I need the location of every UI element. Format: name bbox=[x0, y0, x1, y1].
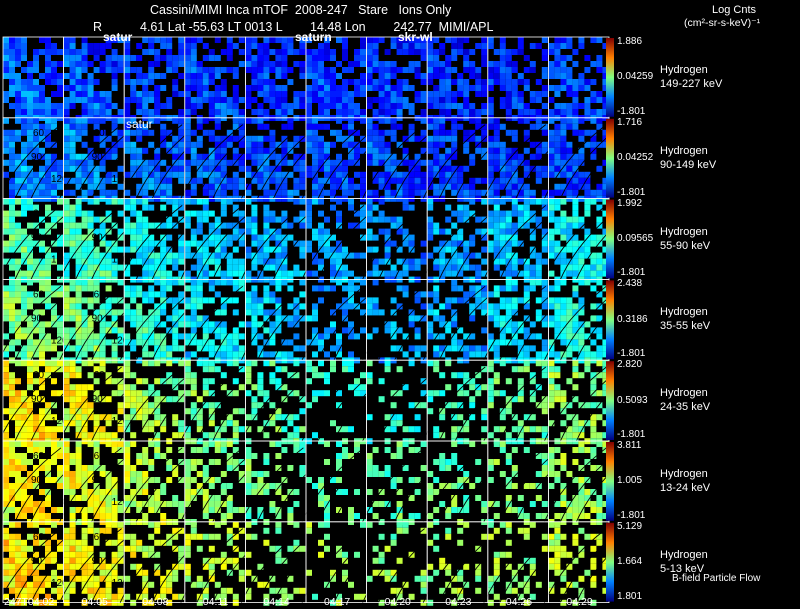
species-label: Hydrogen bbox=[660, 225, 708, 238]
energy-label: 55-90 keV bbox=[660, 239, 711, 252]
contour-label-60: 60 bbox=[94, 209, 106, 220]
species-label: Hydrogen bbox=[660, 306, 708, 319]
contour-label-120: 120 bbox=[112, 255, 129, 266]
colorbar-min-label: -1.801 bbox=[617, 429, 646, 440]
contour-label-90: 90 bbox=[92, 313, 104, 324]
colorbar-min-label: -1.801 bbox=[617, 186, 646, 198]
colorbar-min-label: -1.801 bbox=[617, 509, 646, 521]
colorbar-5 bbox=[606, 442, 614, 521]
colorbar-4 bbox=[606, 361, 614, 440]
contour-label-90: 90 bbox=[31, 394, 43, 405]
image-cell-r3-c5 bbox=[301, 278, 397, 364]
contour-label-60: 60 bbox=[94, 128, 106, 139]
contour-label-120: 120 bbox=[51, 497, 68, 508]
colorbar-0 bbox=[606, 38, 614, 117]
species-label: Hydrogen bbox=[660, 548, 708, 561]
time-tick-label: 04:11 bbox=[202, 596, 229, 608]
time-tick-label: 247T04:02 bbox=[4, 596, 55, 608]
contour-label-90: 90 bbox=[92, 394, 104, 405]
contour-label-90: 90 bbox=[31, 152, 43, 163]
contour-label-90: 90 bbox=[31, 313, 43, 324]
colorbar-min-label: -1.801 bbox=[617, 105, 646, 117]
image-cell-r0-c7 bbox=[426, 36, 489, 121]
image-cell-r0-c8 bbox=[487, 36, 549, 121]
time-tick-label: 04:14 bbox=[263, 596, 290, 608]
contour-label-60: 60 bbox=[33, 370, 45, 381]
contour-label-90: 90 bbox=[92, 233, 104, 244]
energy-label: 149-227 keV bbox=[660, 78, 723, 90]
contour-label-60: 60 bbox=[94, 451, 106, 462]
colorbar-max-label: 5.129 bbox=[617, 520, 643, 532]
image-cell-r0-c2 bbox=[123, 36, 186, 121]
contour-label-90: 90 bbox=[92, 152, 104, 163]
energy-label: 24-35 keV bbox=[660, 401, 711, 414]
contour-label-60: 60 bbox=[33, 209, 45, 220]
time-tick-label: 04:05 bbox=[81, 596, 108, 608]
colorbar-max-label: 2.438 bbox=[617, 278, 643, 290]
colorbar-min-label: 1.801 bbox=[617, 590, 643, 602]
time-tick-label: 04:23 bbox=[445, 596, 472, 608]
species-label: Hydrogen bbox=[660, 468, 708, 480]
contour-label-90: 90 bbox=[92, 475, 104, 486]
image-cell-r6-c4 bbox=[240, 521, 336, 606]
image-cell-r5-c5 bbox=[301, 440, 397, 525]
time-tick-label: 04:20 bbox=[384, 596, 411, 608]
colorbar-3 bbox=[606, 280, 614, 360]
colorbar-max-label: 2.820 bbox=[617, 359, 643, 371]
time-tick-label: 04:29 bbox=[566, 596, 593, 608]
contour-label-90: 90 bbox=[92, 556, 104, 567]
contour-label-60: 60 bbox=[94, 370, 106, 381]
species-label: Hydrogen bbox=[660, 144, 708, 157]
colorbar-mid-label: 1.664 bbox=[617, 556, 643, 568]
colorbar-mid-label: 0.04252 bbox=[617, 152, 654, 164]
image-cell-r5-c7 bbox=[422, 440, 518, 525]
colorbar-max-label: 1.886 bbox=[617, 36, 643, 47]
colorbar-6 bbox=[606, 522, 614, 602]
contour-label-90: 90 bbox=[31, 233, 43, 244]
contour-label-60: 60 bbox=[33, 128, 45, 139]
image-cell-r0-c6 bbox=[366, 36, 428, 121]
contour-label-60: 60 bbox=[94, 289, 106, 300]
annotation-satur-2: satur bbox=[126, 117, 153, 131]
energy-label: 13-24 keV bbox=[660, 482, 711, 494]
time-tick-label: 04:26 bbox=[505, 596, 533, 608]
colorbar-min-label: -1.801 bbox=[617, 267, 646, 279]
energy-label: 90-149 keV bbox=[660, 158, 717, 171]
image-cell-r0-c0 bbox=[2, 36, 64, 121]
colorbar-max-label: 1.716 bbox=[617, 116, 643, 128]
image-cell-r0-c3 bbox=[184, 36, 246, 121]
colorbar-max-label: 1.992 bbox=[617, 197, 643, 209]
colorbar-mid-label: 1.005 bbox=[617, 475, 643, 487]
colorbar-max-label: 3.811 bbox=[617, 440, 642, 451]
image-cell-r0-c1 bbox=[63, 36, 125, 121]
colorbar-1 bbox=[606, 118, 614, 198]
colorbar-mid-label: 0.5093 bbox=[617, 394, 648, 406]
colorbar-2 bbox=[606, 199, 614, 279]
contour-label-60: 60 bbox=[33, 451, 45, 462]
image-cell-r6-c7 bbox=[422, 521, 518, 606]
contour-label-90: 90 bbox=[31, 475, 43, 486]
colorbar-mid-label: 0.3186 bbox=[617, 313, 648, 325]
contour-label-60: 60 bbox=[33, 532, 45, 543]
contour-label-60: 60 bbox=[33, 289, 45, 300]
annotation-skr-wl: skr-wl bbox=[398, 30, 433, 44]
time-tick-label: 04:17 bbox=[324, 596, 351, 608]
annotation-satur-1: satur bbox=[103, 30, 133, 44]
flow-label: B-field Particle Flow bbox=[672, 573, 761, 584]
annotation-saturn: saturn bbox=[295, 30, 332, 44]
contour-label-60: 60 bbox=[94, 532, 106, 543]
energy-label: 35-55 keV bbox=[660, 320, 711, 333]
colorbar-min-label: -1.801 bbox=[617, 348, 646, 360]
image-cell-r0-c9 bbox=[548, 36, 610, 121]
species-label: Hydrogen bbox=[660, 64, 708, 76]
contour-label-90: 90 bbox=[31, 556, 43, 567]
species-label: Hydrogen bbox=[660, 387, 708, 400]
time-tick-label: 04:08 bbox=[142, 596, 169, 608]
colorbar-mid-label: 0.04259 bbox=[617, 71, 654, 83]
image-cell-r0-c4 bbox=[244, 36, 307, 121]
colorbar-mid-label: 0.09565 bbox=[617, 233, 654, 244]
image-cell-r0-c5 bbox=[305, 36, 367, 121]
